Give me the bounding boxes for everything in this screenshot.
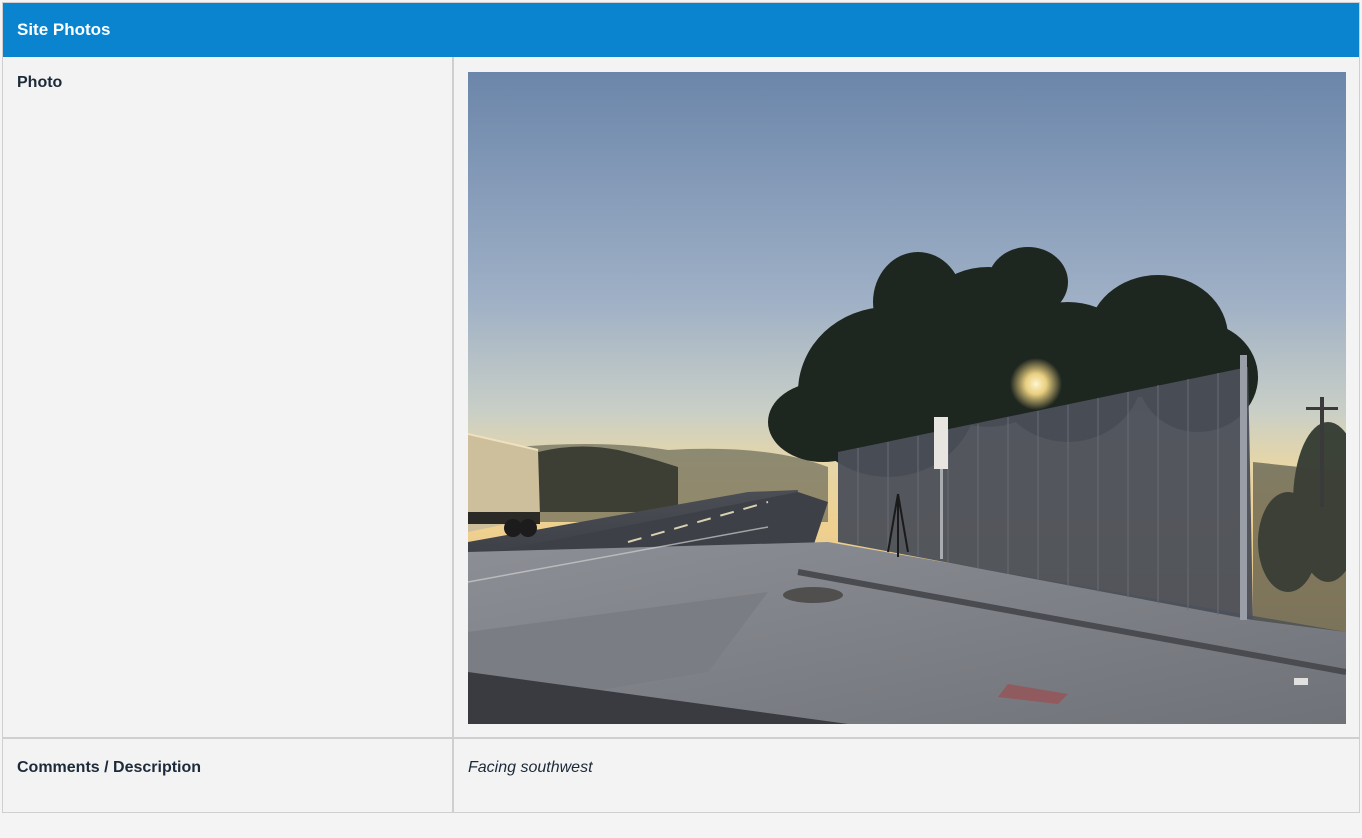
panel-header: Site Photos bbox=[3, 3, 1359, 57]
photo-cell bbox=[454, 57, 1359, 737]
site-photo-image[interactable] bbox=[468, 72, 1346, 724]
photo-row: Photo bbox=[3, 57, 1359, 739]
site-photos-panel: Site Photos Photo Comments / Description… bbox=[2, 2, 1360, 813]
photo-label: Photo bbox=[3, 57, 454, 737]
comments-value: Facing southwest bbox=[468, 759, 593, 776]
panel-title: Site Photos bbox=[17, 20, 111, 39]
comments-row: Comments / Description Facing southwest bbox=[3, 739, 1359, 812]
comments-label: Comments / Description bbox=[3, 739, 454, 812]
